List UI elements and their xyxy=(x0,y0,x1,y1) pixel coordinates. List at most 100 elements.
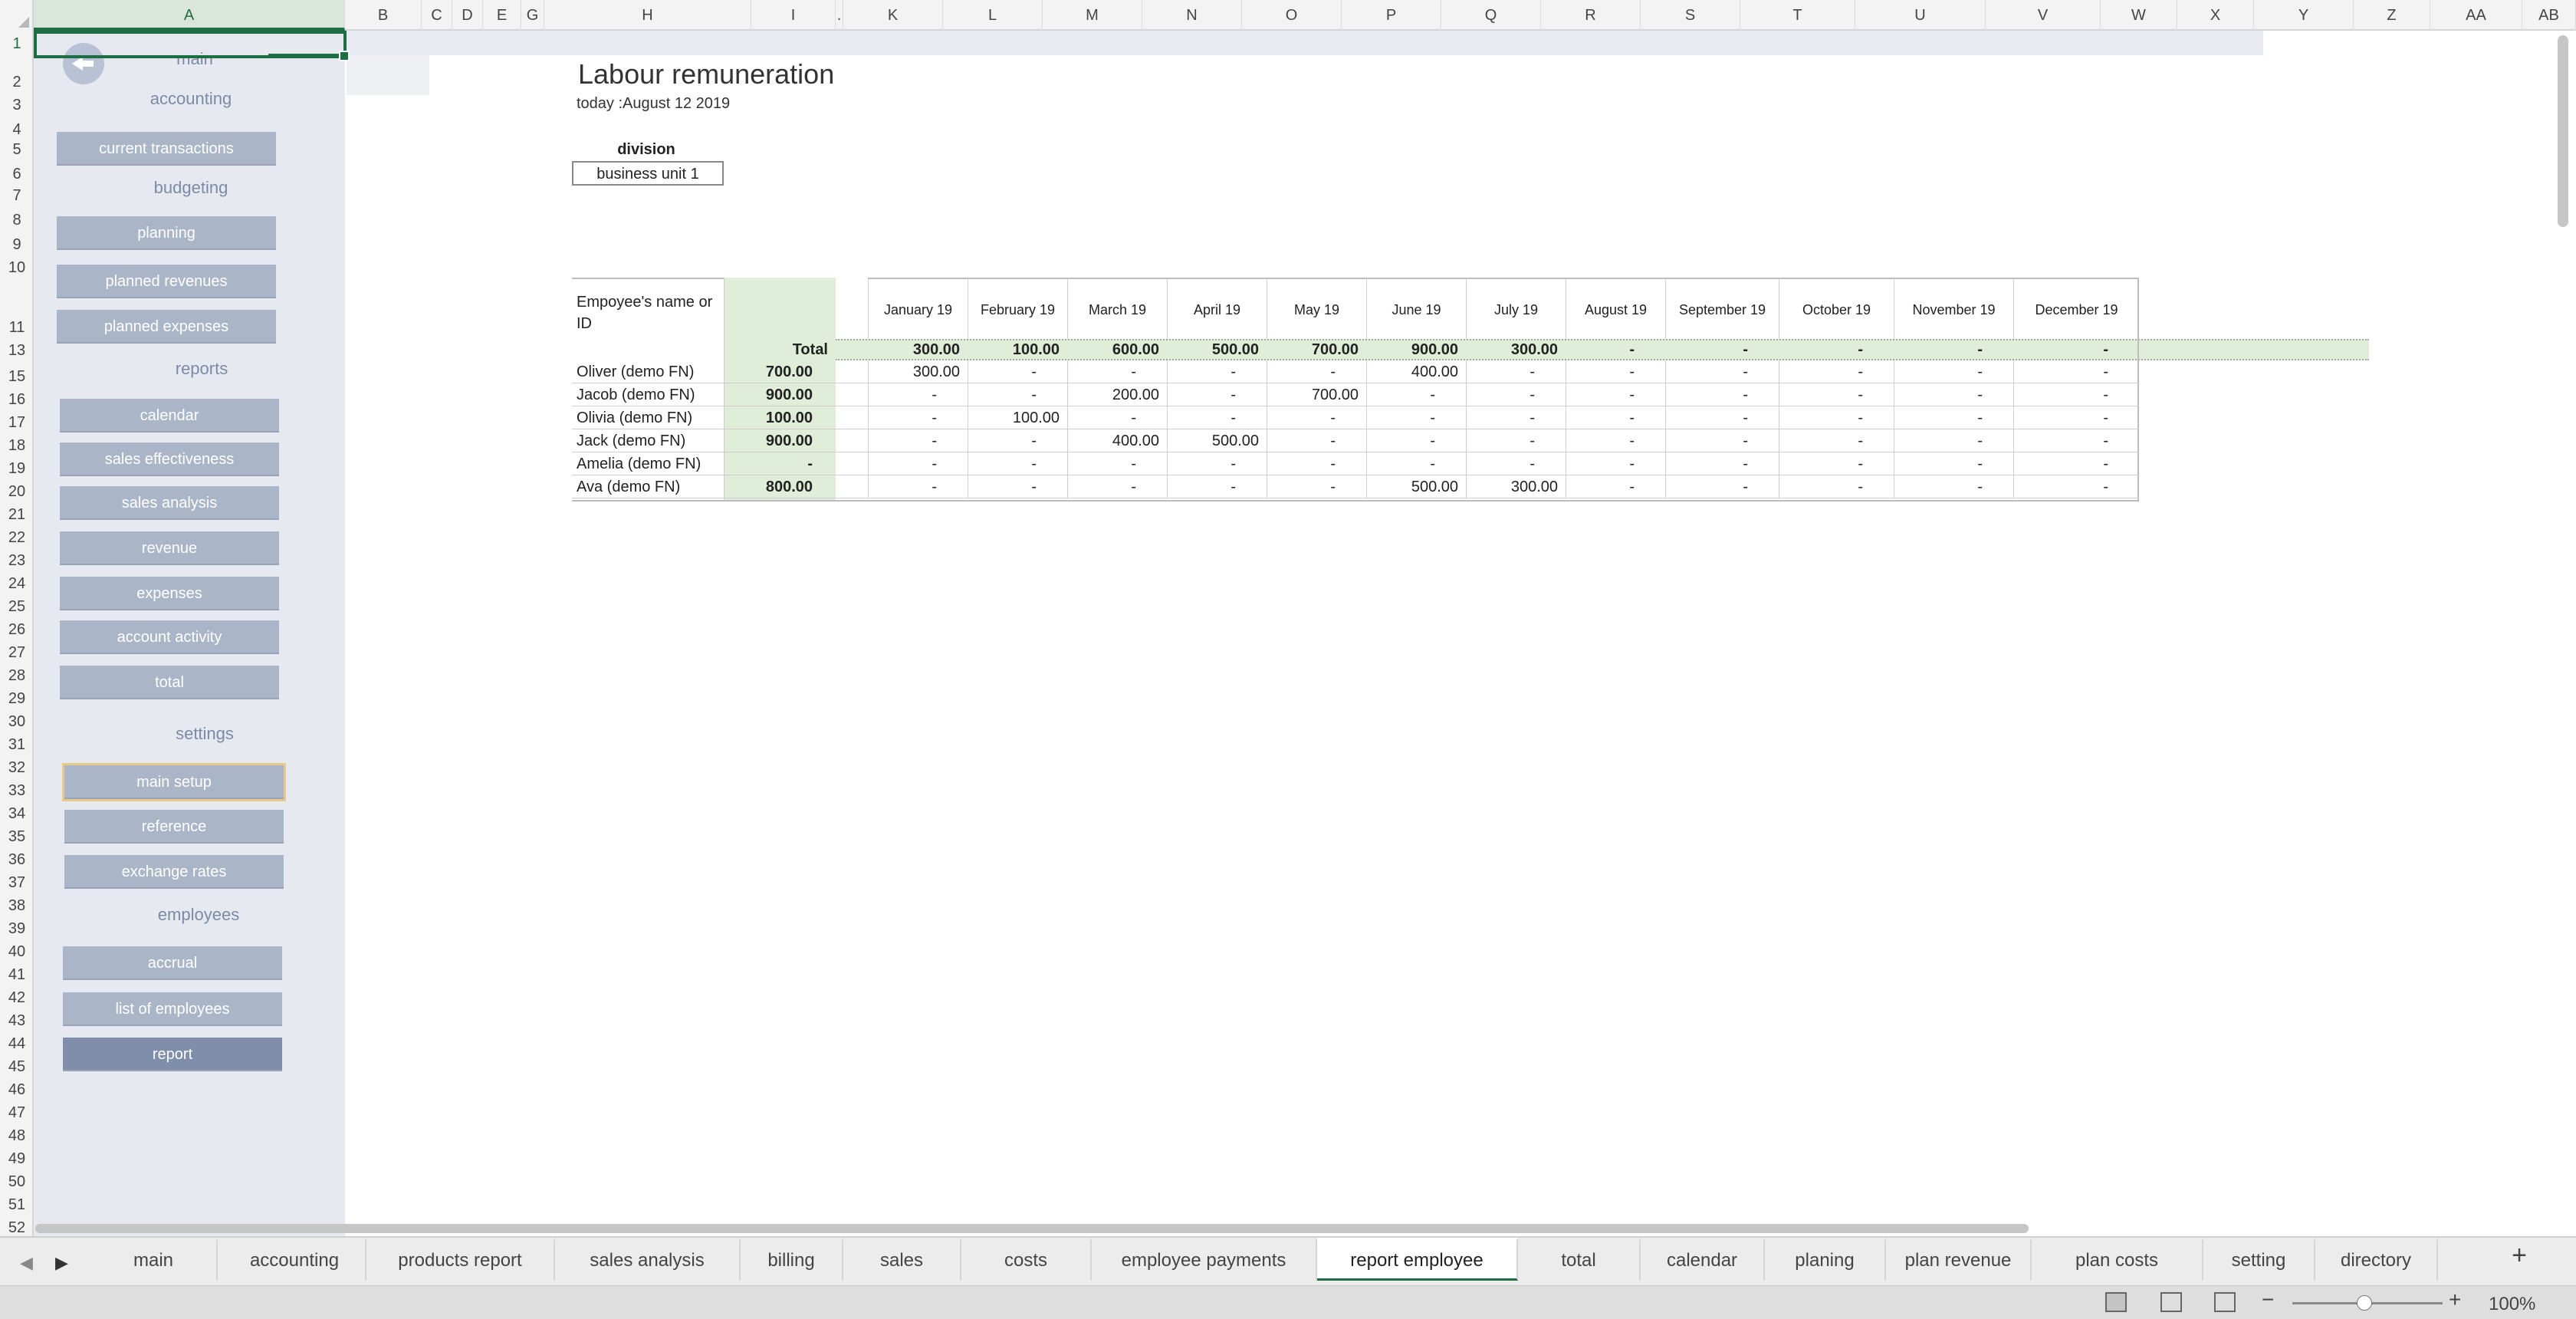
sheet-tab-plan-costs[interactable]: plan costs xyxy=(2032,1238,2203,1281)
row-header-20[interactable]: 20 xyxy=(0,483,34,501)
employee-month-cell[interactable]: - xyxy=(1167,475,1267,498)
row-header-23[interactable]: 23 xyxy=(0,552,34,570)
row-header-36[interactable]: 36 xyxy=(0,851,34,869)
month-total-cell[interactable]: - xyxy=(1566,339,1665,360)
employee-month-cell[interactable]: - xyxy=(968,429,1067,452)
employee-month-cell[interactable]: - xyxy=(1779,452,1894,475)
column-header-q[interactable]: Q xyxy=(1441,0,1541,31)
column-header-o[interactable]: O xyxy=(1242,0,1342,31)
column-header-m[interactable]: M xyxy=(1043,0,1142,31)
horizontal-scrollbar[interactable] xyxy=(35,1224,2029,1233)
calendar-button[interactable]: calendar xyxy=(60,399,279,433)
employee-month-cell[interactable]: - xyxy=(968,475,1067,498)
employee-total-cell[interactable]: 900.00 xyxy=(724,429,836,452)
row-header-41[interactable]: 41 xyxy=(0,966,34,984)
employee-month-cell[interactable]: 700.00 xyxy=(1267,383,1366,406)
row-header-40[interactable]: 40 xyxy=(0,943,34,961)
main-setup-button[interactable]: main setup xyxy=(62,763,286,801)
employee-month-cell[interactable]: - xyxy=(2013,452,2139,475)
column-header-b[interactable]: B xyxy=(345,0,422,31)
employee-month-cell[interactable]: - xyxy=(1067,452,1167,475)
employee-month-cell[interactable]: - xyxy=(1665,452,1779,475)
month-total-cell[interactable]: 900.00 xyxy=(1366,339,1466,360)
employee-total-cell[interactable]: - xyxy=(724,452,836,475)
page-layout-view-icon[interactable] xyxy=(2160,1292,2182,1312)
employee-month-cell[interactable]: - xyxy=(1466,360,1566,383)
row-header-33[interactable]: 33 xyxy=(0,782,34,800)
employee-month-cell[interactable]: - xyxy=(1779,475,1894,498)
row-header-43[interactable]: 43 xyxy=(0,1012,34,1030)
employee-month-cell[interactable]: - xyxy=(1267,475,1366,498)
employee-month-cell[interactable]: - xyxy=(1167,406,1267,429)
row-header-5[interactable]: 5 xyxy=(0,141,34,159)
row-header-44[interactable]: 44 xyxy=(0,1035,34,1053)
page-break-view-icon[interactable] xyxy=(2214,1292,2236,1312)
row-header-51[interactable]: 51 xyxy=(0,1196,34,1214)
employee-name-cell[interactable]: Ava (demo FN) xyxy=(572,475,724,498)
employee-name-cell[interactable]: Oliver (demo FN) xyxy=(572,360,724,383)
row-header-17[interactable]: 17 xyxy=(0,414,34,432)
employee-month-cell[interactable]: - xyxy=(968,452,1067,475)
employee-total-cell[interactable]: 700.00 xyxy=(724,360,836,383)
row-header-24[interactable]: 24 xyxy=(0,575,34,593)
division-select[interactable]: business unit 1 xyxy=(572,161,724,186)
sheet-tab-plan-revenue[interactable]: plan revenue xyxy=(1886,1238,2032,1281)
sheet-tab-calendar[interactable]: calendar xyxy=(1641,1238,1765,1281)
employee-month-cell[interactable]: - xyxy=(1894,406,2013,429)
employee-month-cell[interactable]: - xyxy=(868,475,968,498)
reference-button[interactable]: reference xyxy=(64,810,284,844)
row-header-38[interactable]: 38 xyxy=(0,897,34,915)
zoom-out-icon[interactable]: − xyxy=(2262,1288,2274,1312)
employee-total-cell[interactable]: 100.00 xyxy=(724,406,836,429)
column-header-u[interactable]: U xyxy=(1855,0,1986,31)
row-header-50[interactable]: 50 xyxy=(0,1173,34,1191)
planning-button[interactable]: planning xyxy=(57,216,276,250)
employee-month-cell[interactable]: - xyxy=(1566,429,1665,452)
employee-month-cell[interactable]: - xyxy=(1067,475,1167,498)
column-header-ab[interactable]: AB xyxy=(2522,0,2576,31)
column-header-p[interactable]: P xyxy=(1342,0,1441,31)
expenses-button[interactable]: expenses xyxy=(60,577,279,610)
row-header-47[interactable]: 47 xyxy=(0,1104,34,1122)
employee-month-cell[interactable]: - xyxy=(968,383,1067,406)
employee-name-cell[interactable]: Jacob (demo FN) xyxy=(572,383,724,406)
row-header-27[interactable]: 27 xyxy=(0,644,34,662)
employee-month-cell[interactable]: - xyxy=(1894,452,2013,475)
selected-cell-a1[interactable] xyxy=(34,31,350,61)
month-total-cell[interactable]: - xyxy=(1665,339,1779,360)
row-header-42[interactable]: 42 xyxy=(0,989,34,1007)
column-header-t[interactable]: T xyxy=(1740,0,1855,31)
row-header-32[interactable]: 32 xyxy=(0,759,34,777)
column-header-h[interactable]: H xyxy=(544,0,751,31)
row-header-9[interactable]: 9 xyxy=(0,236,34,254)
account-activity-button[interactable]: account activity xyxy=(60,620,279,654)
row-header-7[interactable]: 7 xyxy=(0,187,34,205)
column-header-w[interactable]: W xyxy=(2101,0,2177,31)
row-header-4[interactable]: 4 xyxy=(0,121,34,139)
employee-month-cell[interactable]: - xyxy=(1366,429,1466,452)
employee-month-cell[interactable]: - xyxy=(1267,360,1366,383)
employee-month-cell[interactable]: - xyxy=(868,383,968,406)
row-header-25[interactable]: 25 xyxy=(0,598,34,616)
planned-expenses-button[interactable]: planned expenses xyxy=(57,310,276,344)
employee-total-cell[interactable]: 900.00 xyxy=(724,383,836,406)
employee-month-cell[interactable]: - xyxy=(1779,360,1894,383)
row-header-34[interactable]: 34 xyxy=(0,805,34,823)
vertical-scrollbar[interactable] xyxy=(2558,35,2568,227)
employee-month-cell[interactable]: - xyxy=(1665,360,1779,383)
employee-name-cell[interactable]: Jack (demo FN) xyxy=(572,429,724,452)
row-header-29[interactable]: 29 xyxy=(0,690,34,708)
employee-month-cell[interactable]: - xyxy=(868,452,968,475)
row-header-1[interactable]: 1 xyxy=(0,35,34,53)
row-header-11[interactable]: 11 xyxy=(0,319,34,337)
employee-month-cell[interactable]: - xyxy=(1466,406,1566,429)
row-header-48[interactable]: 48 xyxy=(0,1127,34,1145)
sales-analysis-button[interactable]: sales analysis xyxy=(60,486,279,520)
month-total-cell[interactable]: 300.00 xyxy=(868,339,968,360)
sheet-tab-sales[interactable]: sales xyxy=(843,1238,961,1281)
employee-month-cell[interactable]: - xyxy=(1665,383,1779,406)
employee-month-cell[interactable]: - xyxy=(1267,429,1366,452)
employee-month-cell[interactable]: - xyxy=(1366,383,1466,406)
current-transactions-button[interactable]: current transactions xyxy=(57,132,276,166)
row-header-19[interactable]: 19 xyxy=(0,460,34,478)
